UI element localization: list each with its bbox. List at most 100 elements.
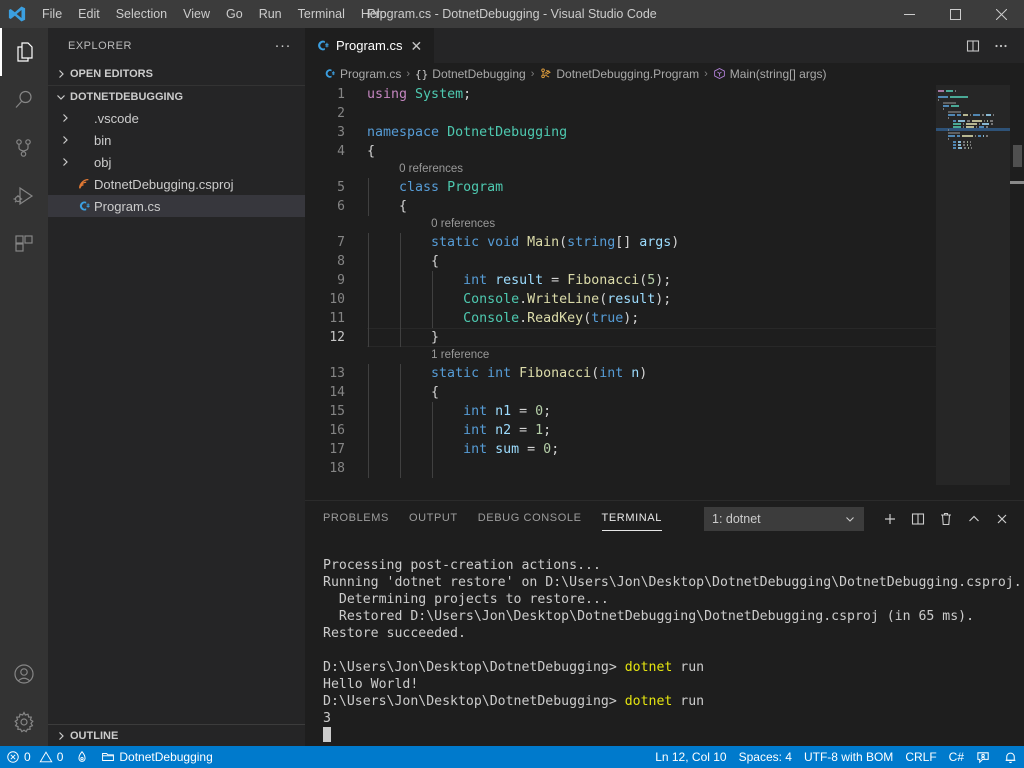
split-editor-icon[interactable]: [960, 28, 986, 63]
code-line[interactable]: 5 class Program: [305, 178, 1024, 197]
menu-selection[interactable]: Selection: [108, 0, 175, 28]
tree-item-obj[interactable]: obj: [48, 151, 305, 173]
scrollbar-thumb: [1013, 145, 1022, 167]
code-line[interactable]: 13 static int Fibonacci(int n): [305, 364, 1024, 383]
menu-view[interactable]: View: [175, 0, 218, 28]
maximize-panel-button[interactable]: [960, 505, 988, 533]
gear-icon: [12, 710, 36, 734]
menu-terminal[interactable]: Terminal: [290, 0, 353, 28]
scrollbar-decoration: [1010, 181, 1024, 184]
ellipsis-icon[interactable]: [988, 28, 1014, 63]
code-line[interactable]: 15 int n1 = 0;: [305, 402, 1024, 421]
code-line[interactable]: 12 }: [305, 328, 1024, 347]
status-notifications[interactable]: [997, 746, 1024, 768]
code-line[interactable]: 14 {: [305, 383, 1024, 402]
csharp-icon: [323, 67, 336, 81]
breadcrumb-item-namespace[interactable]: {} DotnetDebugging: [415, 67, 526, 81]
code-line[interactable]: 11 Console.ReadKey(true);: [305, 309, 1024, 328]
code-editor[interactable]: 1using System;23namespace DotnetDebuggin…: [305, 85, 1024, 500]
activity-item-extensions[interactable]: [0, 220, 48, 268]
status-live-share[interactable]: [69, 746, 95, 768]
ellipsis-icon[interactable]: ···: [269, 41, 298, 51]
tab-program-cs[interactable]: Program.cs ✕: [305, 28, 435, 63]
chevron-down-icon: [844, 513, 856, 525]
status-encoding[interactable]: UTF-8 with BOM: [798, 746, 899, 768]
breadcrumb-item-method[interactable]: Main(string[] args): [713, 67, 827, 81]
terminal-output[interactable]: Processing post-creation actions...Runni…: [305, 536, 1024, 746]
breadcrumb-item-file[interactable]: Program.cs: [323, 67, 401, 81]
tree-item-program-cs[interactable]: Program.cs: [48, 195, 305, 217]
panel-tab-output[interactable]: OUTPUT: [409, 501, 458, 536]
menu-edit[interactable]: Edit: [70, 0, 108, 28]
panel-header: PROBLEMS OUTPUT DEBUG CONSOLE TERMINAL 1…: [305, 501, 1024, 536]
close-panel-button[interactable]: [988, 505, 1016, 533]
activity-item-accounts[interactable]: [0, 650, 48, 698]
account-icon: [12, 662, 36, 686]
workbench: EXPLORER ··· OPEN EDITORS DOTNETDEBUGGIN…: [0, 28, 1024, 746]
tree-item-csproj[interactable]: DotnetDebugging.csproj: [48, 173, 305, 195]
status-indentation[interactable]: Spaces: 4: [733, 746, 798, 768]
vscode-window: File Edit Selection View Go Run Terminal…: [0, 0, 1024, 768]
panel-tab-problems[interactable]: PROBLEMS: [323, 501, 389, 536]
tree-item-vscode[interactable]: .vscode: [48, 107, 305, 129]
line-number: 15: [305, 402, 367, 421]
section-dotnetdebugging[interactable]: DOTNETDEBUGGING: [48, 85, 305, 107]
panel-tab-debug-console[interactable]: DEBUG CONSOLE: [478, 501, 582, 536]
code-line[interactable]: 10 Console.WriteLine(result);: [305, 290, 1024, 309]
panel-tab-terminal[interactable]: TERMINAL: [602, 501, 662, 536]
close-icon[interactable]: ✕: [408, 39, 424, 53]
code-line[interactable]: 18: [305, 459, 1024, 478]
minimap-slider[interactable]: [936, 85, 1010, 485]
section-outline[interactable]: OUTLINE: [48, 724, 305, 746]
activity-item-run-and-debug[interactable]: [0, 172, 48, 220]
code-line[interactable]: 4{: [305, 142, 1024, 161]
status-folder[interactable]: DotnetDebugging: [95, 746, 218, 768]
search-icon: [12, 88, 36, 112]
code-lens[interactable]: 0 references: [305, 216, 1024, 233]
code-line[interactable]: 17 int sum = 0;: [305, 440, 1024, 459]
code-line[interactable]: 2: [305, 104, 1024, 123]
menu-file[interactable]: File: [34, 0, 70, 28]
terminal-selector[interactable]: 1: dotnet: [704, 507, 864, 531]
status-feedback[interactable]: [970, 746, 997, 768]
indent-guide: [368, 459, 369, 478]
breadcrumb-item-class[interactable]: DotnetDebugging.Program: [539, 67, 699, 81]
activity-item-settings[interactable]: [0, 698, 48, 746]
activity-item-explorer[interactable]: [0, 28, 48, 76]
indent-guide: [368, 328, 369, 347]
code-lens[interactable]: 0 references: [305, 161, 1024, 178]
editor-scrollbar[interactable]: [1010, 85, 1024, 500]
menu-run[interactable]: Run: [251, 0, 290, 28]
close-button[interactable]: [978, 0, 1024, 28]
status-language-mode[interactable]: C#: [943, 746, 970, 768]
indent-guide: [368, 383, 369, 402]
maximize-button[interactable]: [932, 0, 978, 28]
status-problems[interactable]: 0 0: [0, 746, 69, 768]
menu-go[interactable]: Go: [218, 0, 251, 28]
line-number: 5: [305, 178, 367, 197]
line-number: 8: [305, 252, 367, 271]
terminal-line: Restored D:\Users\Jon\Desktop\DotnetDebu…: [323, 608, 1024, 625]
activity-item-source-control[interactable]: [0, 124, 48, 172]
code-line[interactable]: 6 {: [305, 197, 1024, 216]
status-eol[interactable]: CRLF: [899, 746, 942, 768]
code-lens[interactable]: 1 reference: [305, 347, 1024, 364]
tree-item-bin[interactable]: bin: [48, 129, 305, 151]
kill-terminal-button[interactable]: [932, 505, 960, 533]
tab-label: Program.cs: [336, 38, 402, 53]
code-line[interactable]: 9 int result = Fibonacci(5);: [305, 271, 1024, 290]
minimize-button[interactable]: [886, 0, 932, 28]
new-terminal-button[interactable]: [876, 505, 904, 533]
activity-item-search[interactable]: [0, 76, 48, 124]
indent-guide: [432, 440, 433, 459]
menu-help[interactable]: Help: [353, 0, 395, 28]
minimap[interactable]: [936, 85, 1010, 500]
code-line[interactable]: 16 int n2 = 1;: [305, 421, 1024, 440]
code-line[interactable]: 8 {: [305, 252, 1024, 271]
code-line[interactable]: 1using System;: [305, 85, 1024, 104]
code-line[interactable]: 7 static void Main(string[] args): [305, 233, 1024, 252]
split-terminal-button[interactable]: [904, 505, 932, 533]
code-line[interactable]: 3namespace DotnetDebugging: [305, 123, 1024, 142]
status-cursor-position[interactable]: Ln 12, Col 10: [649, 746, 732, 768]
section-open-editors[interactable]: OPEN EDITORS: [48, 63, 305, 85]
